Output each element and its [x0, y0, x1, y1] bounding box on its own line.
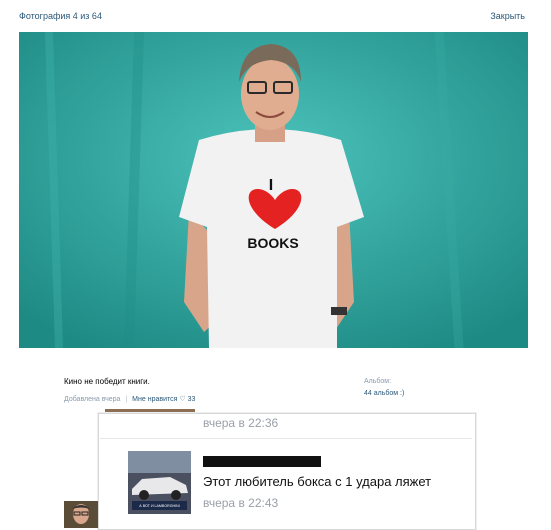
redacted-username: [203, 456, 321, 467]
added-date: Добавлена вчера: [64, 396, 121, 403]
like-count[interactable]: 33: [188, 396, 196, 403]
photo-viewer-header: Фотография 4 из 64 Закрыть: [0, 0, 551, 32]
thumb-caption: А ВОТ И LAMBORGHINI: [139, 504, 179, 508]
shirt-text-books: BOOKS: [247, 235, 298, 251]
like-button[interactable]: Мне нравится: [132, 396, 177, 403]
comment-text: Этот любитель бокса с 1 удара ляжет: [203, 474, 432, 489]
album-link[interactable]: 44 альбом :): [364, 390, 404, 397]
comment-time-second[interactable]: вчера в 22:43: [203, 496, 278, 510]
heart-outline-icon[interactable]: ♡: [179, 396, 185, 403]
comment-divider: [100, 438, 472, 439]
main-photo[interactable]: I BOOKS: [19, 32, 528, 348]
user-avatar[interactable]: [64, 501, 98, 528]
photo-description: Кино не победит книги.: [64, 377, 150, 386]
car-image: А ВОТ И LAMBORGHINI: [128, 451, 191, 514]
photo-meta: Добавлена вчера | Мне нравится ♡ 33: [64, 395, 195, 403]
comment-time-first[interactable]: вчера в 22:36: [203, 416, 278, 430]
album-label: Альбом:: [364, 378, 392, 385]
photo-counter-title: Фотография 4 из 64: [19, 11, 102, 21]
commenter-avatar[interactable]: А ВОТ И LAMBORGHINI: [128, 451, 191, 514]
shirt-letter-i: I: [269, 177, 273, 194]
close-link[interactable]: Закрыть: [490, 11, 525, 21]
meta-divider: |: [125, 396, 128, 403]
avatar-image: [64, 501, 98, 528]
photo-image: I BOOKS: [19, 32, 528, 348]
